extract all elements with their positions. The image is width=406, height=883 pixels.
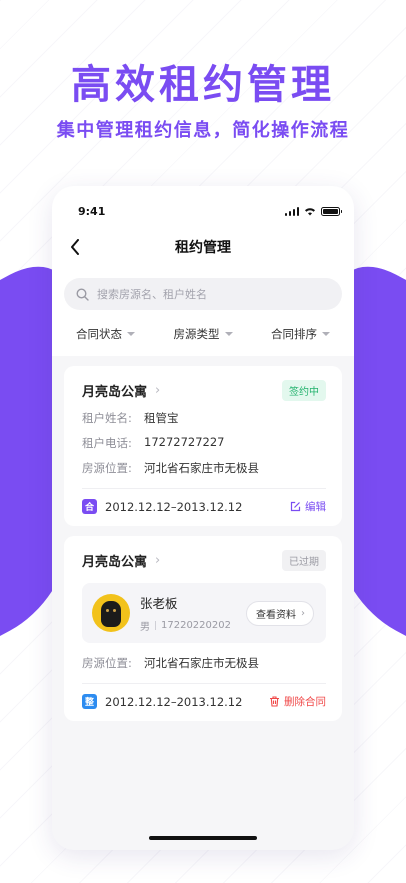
field-label: 房源位置: — [82, 656, 132, 670]
lease-card[interactable]: 月亮岛公寓 › 签约中 租户姓名: 租管宝 租户电话: 17272727227 … — [64, 366, 342, 526]
wifi-icon — [304, 207, 316, 216]
caret-down-icon — [322, 332, 330, 336]
filter-label: 合同排序 — [271, 327, 317, 341]
chevron-right-icon: › — [155, 383, 161, 398]
filter-contract-sort[interactable]: 合同排序 — [271, 326, 330, 342]
status-badge: 签约中 — [282, 380, 326, 401]
tenant-phone: 17272727227 — [144, 435, 225, 449]
property-location: 河北省石家庄市无极县 — [144, 461, 259, 475]
card-footer: 整 2012.12.12–2013.12.12 删除合同 — [82, 694, 326, 709]
hero-subtitle: 集中管理租约信息，简化操作流程 — [56, 120, 350, 141]
status-badge: 已过期 — [282, 550, 326, 571]
chevron-left-icon — [71, 239, 79, 255]
delete-contract-button[interactable]: 删除合同 — [269, 694, 326, 709]
location-row: 房源位置: 河北省石家庄市无极县 — [82, 655, 326, 671]
tenant-box: 张老板 男 17220220202 查看资料 › — [82, 583, 326, 643]
separator — [155, 621, 156, 630]
search-icon — [76, 287, 89, 301]
period-text: 2012.12.12–2013.12.12 — [105, 694, 243, 709]
filter-contract-status[interactable]: 合同状态 — [76, 326, 135, 342]
caret-down-icon — [224, 332, 233, 336]
status-icons — [284, 206, 342, 216]
period-text: 2012.12.12–2013.12.12 — [105, 499, 243, 514]
edit-button[interactable]: 编辑 — [290, 499, 326, 514]
phone-screen: 9:41 租约管理 搜索房源名、租户姓名 合同状态 房源类型 合同排序 月亮岛公… — [52, 186, 354, 850]
chevron-right-icon: › — [301, 607, 305, 619]
card-footer: 合 2012.12.12–2013.12.12 编辑 — [82, 499, 326, 514]
field-label: 房源位置: — [82, 461, 132, 475]
tenant-name-row: 租户姓名: 租管宝 — [82, 410, 326, 426]
contract-type-icon: 合 — [82, 499, 97, 514]
property-label: 月亮岛公寓 — [82, 555, 148, 570]
home-indicator — [149, 836, 257, 840]
search-placeholder: 搜索房源名、租户姓名 — [97, 288, 207, 301]
filter-bar: 合同状态 房源类型 合同排序 — [52, 310, 354, 350]
tenant-meta: 男 17220220202 — [140, 618, 236, 633]
nav-bar: 租约管理 — [52, 236, 354, 258]
tenant-name: 租管宝 — [144, 411, 179, 425]
edit-label: 编辑 — [305, 501, 326, 513]
status-time: 9:41 — [78, 204, 106, 218]
divider — [82, 683, 326, 684]
property-location: 河北省石家庄市无极县 — [144, 656, 259, 670]
tenant-name: 张老板 — [140, 596, 178, 611]
search-input[interactable]: 搜索房源名、租户姓名 — [64, 278, 342, 310]
hero-title: 高效租约管理 — [71, 62, 335, 108]
card-header: 月亮岛公寓 › 已过期 — [82, 550, 326, 571]
signal-icon — [284, 206, 299, 216]
trash-icon — [270, 696, 279, 707]
caret-down-icon — [127, 332, 135, 336]
lease-period: 整 2012.12.12–2013.12.12 — [82, 694, 242, 709]
status-bar: 9:41 — [52, 186, 354, 236]
view-profile-label: 查看资料 — [256, 609, 296, 621]
tenant-phone-row: 租户电话: 17272727227 — [82, 435, 326, 451]
tenant-phone: 17220220202 — [161, 620, 231, 631]
lease-card[interactable]: 月亮岛公寓 › 已过期 张老板 男 17220220202 查看资料 › 房源位… — [64, 536, 342, 721]
filter-label: 房源类型 — [173, 327, 220, 341]
battery-icon — [321, 206, 342, 216]
contract-type-icon: 整 — [82, 694, 97, 709]
chevron-right-icon: › — [155, 553, 161, 568]
view-profile-button[interactable]: 查看资料 › — [246, 600, 314, 626]
avatar — [92, 594, 130, 632]
property-name[interactable]: 月亮岛公寓 › — [82, 551, 160, 570]
lease-period: 合 2012.12.12–2013.12.12 — [82, 499, 242, 514]
filter-label: 合同状态 — [76, 327, 122, 341]
tenant-info: 张老板 男 17220220202 — [140, 593, 236, 633]
filter-property-type[interactable]: 房源类型 — [174, 326, 233, 342]
card-header: 月亮岛公寓 › 签约中 — [82, 380, 326, 401]
field-label: 租户电话: — [82, 436, 132, 450]
divider — [82, 488, 326, 489]
field-label: 租户姓名: — [82, 411, 132, 425]
page-title: 租约管理 — [175, 240, 231, 256]
tenant-gender: 男 — [140, 622, 150, 633]
property-name[interactable]: 月亮岛公寓 › — [82, 381, 160, 400]
delete-label: 删除合同 — [284, 696, 326, 708]
location-row: 房源位置: 河北省石家庄市无极县 — [82, 460, 326, 476]
header-area: 9:41 租约管理 搜索房源名、租户姓名 合同状态 房源类型 合同排序 — [52, 186, 354, 356]
back-button[interactable] — [64, 236, 86, 258]
edit-icon — [290, 501, 301, 512]
property-label: 月亮岛公寓 — [82, 385, 148, 400]
